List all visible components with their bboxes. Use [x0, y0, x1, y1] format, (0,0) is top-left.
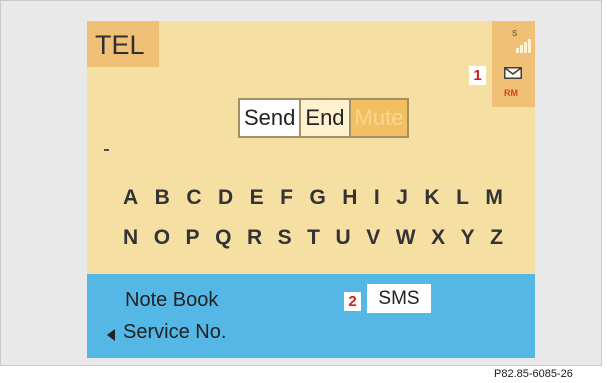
mute-button[interactable]: Mute — [350, 100, 408, 136]
input-cursor — [104, 149, 109, 151]
letter-key[interactable]: S — [278, 226, 292, 250]
letter-key[interactable]: Y — [461, 226, 475, 250]
letter-key[interactable]: E — [250, 186, 264, 210]
title-tab: TEL — [87, 21, 159, 67]
letter-key[interactable]: T — [307, 226, 320, 250]
alphabet-row-2: N O P Q R S T U V W X Y Z — [123, 226, 503, 250]
softkey-bar: Send End Mute — [238, 98, 410, 138]
letter-key[interactable]: R — [247, 226, 262, 250]
letter-key[interactable]: W — [396, 226, 416, 250]
letter-key[interactable]: F — [280, 186, 293, 210]
envelope-icon — [504, 67, 522, 79]
screen-title: TEL — [95, 30, 145, 60]
phone-screen: TEL S RM 1 Send End Mute A B C D E F G H… — [87, 21, 535, 358]
figure-caption: P82.85-6085-26 — [494, 368, 573, 380]
letter-key[interactable]: X — [431, 226, 445, 250]
letter-key[interactable]: P — [186, 226, 200, 250]
letter-key[interactable]: I — [374, 186, 380, 210]
alphabet-row-1: A B C D E F G H I J K L M — [123, 186, 503, 210]
letter-key[interactable]: C — [186, 186, 201, 210]
letter-key[interactable]: H — [342, 186, 357, 210]
letter-key[interactable]: K — [424, 186, 439, 210]
menu-note-book[interactable]: Note Book — [125, 289, 218, 312]
image-frame: TEL S RM 1 Send End Mute A B C D E F G H… — [0, 0, 602, 366]
status-panel: S RM — [492, 21, 535, 107]
end-button[interactable]: End — [301, 100, 351, 136]
letter-key[interactable]: D — [218, 186, 233, 210]
letter-key[interactable]: N — [123, 226, 138, 250]
left-arrow-icon[interactable] — [107, 329, 115, 341]
letter-key[interactable]: A — [123, 186, 138, 210]
menu-service-number[interactable]: Service No. — [123, 321, 226, 344]
callout-2: 2 — [344, 292, 361, 311]
letter-key[interactable]: B — [155, 186, 170, 210]
signal-strength-icon — [516, 37, 532, 53]
bottom-menu: Note Book Service No. SMS — [87, 274, 535, 358]
letter-key[interactable]: Q — [215, 226, 231, 250]
sms-button[interactable]: SMS — [367, 284, 431, 313]
letter-key[interactable]: J — [396, 186, 408, 210]
letter-key[interactable]: G — [309, 186, 325, 210]
roaming-indicator: RM — [504, 88, 518, 98]
letter-key[interactable]: O — [154, 226, 170, 250]
send-button[interactable]: Send — [240, 100, 302, 136]
letter-key[interactable]: Z — [490, 226, 503, 250]
letter-key[interactable]: V — [366, 226, 380, 250]
letter-key[interactable]: M — [485, 186, 503, 210]
letter-key[interactable]: L — [456, 186, 469, 210]
callout-1: 1 — [469, 66, 486, 85]
letter-key[interactable]: U — [336, 226, 351, 250]
